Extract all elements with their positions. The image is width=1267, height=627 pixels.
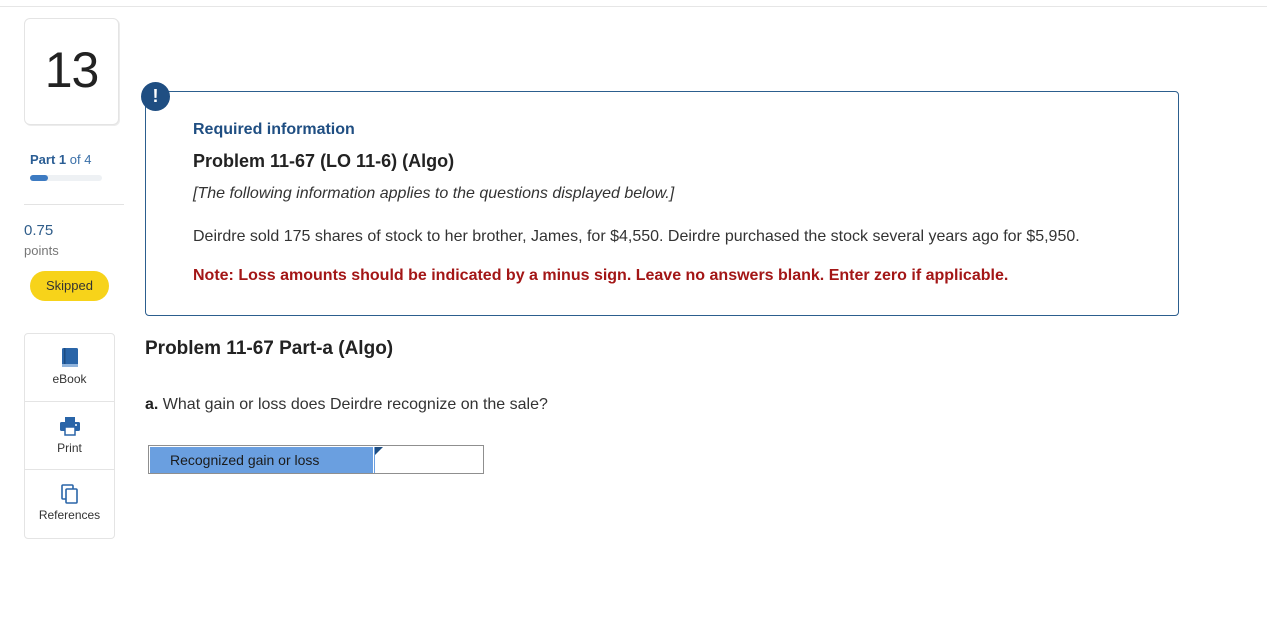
question-prefix: a. (145, 396, 159, 413)
answer-row-label: Recognized gain or loss (150, 447, 373, 473)
part-progress-fill (30, 175, 48, 181)
question-body: What gain or loss does Deirdre recognize… (162, 396, 548, 413)
references-button[interactable]: References (25, 469, 114, 537)
required-info-title: Required information (193, 121, 355, 138)
part-of: of 4 (69, 152, 92, 167)
references-label: References (38, 508, 101, 522)
instruction-note: Note: Loss amounts should be indicated b… (193, 267, 1009, 284)
question-text: a. What gain or loss does Deirdre recogn… (145, 396, 548, 414)
ebook-button[interactable]: eBook (25, 334, 114, 401)
top-divider (0, 6, 1267, 7)
part-word: Part (30, 152, 56, 167)
book-icon (62, 348, 78, 367)
applies-note: [The following information applies to th… (193, 185, 675, 202)
question-number-card: 13 (24, 18, 119, 125)
part-current: 1 (58, 152, 67, 167)
rail-divider (24, 204, 124, 205)
answer-input[interactable] (374, 447, 482, 473)
problem-title: Problem 11-67 (LO 11-6) (Algo) (193, 151, 455, 171)
alert-icon: ! (141, 82, 170, 111)
part-indicator: Part 1 of 4 (30, 152, 91, 167)
points-label: points (24, 243, 59, 258)
input-corner-marker (375, 447, 383, 455)
points-value: 0.75 (24, 222, 54, 239)
question-number: 13 (44, 42, 100, 98)
printer-icon (60, 417, 80, 436)
problem-body: Deirdre sold 175 shares of stock to her … (193, 228, 1080, 245)
status-badge: Skipped (30, 271, 109, 301)
answer-table: Recognized gain or loss (148, 445, 484, 474)
part-progress-bar (30, 175, 102, 181)
ebook-label: eBook (52, 372, 87, 386)
tools-panel: eBook Print References (24, 333, 115, 539)
copy-icon (61, 484, 78, 504)
print-label: Print (57, 441, 82, 455)
part-heading: Problem 11-67 Part-a (Algo) (145, 338, 394, 359)
print-button[interactable]: Print (25, 401, 114, 469)
